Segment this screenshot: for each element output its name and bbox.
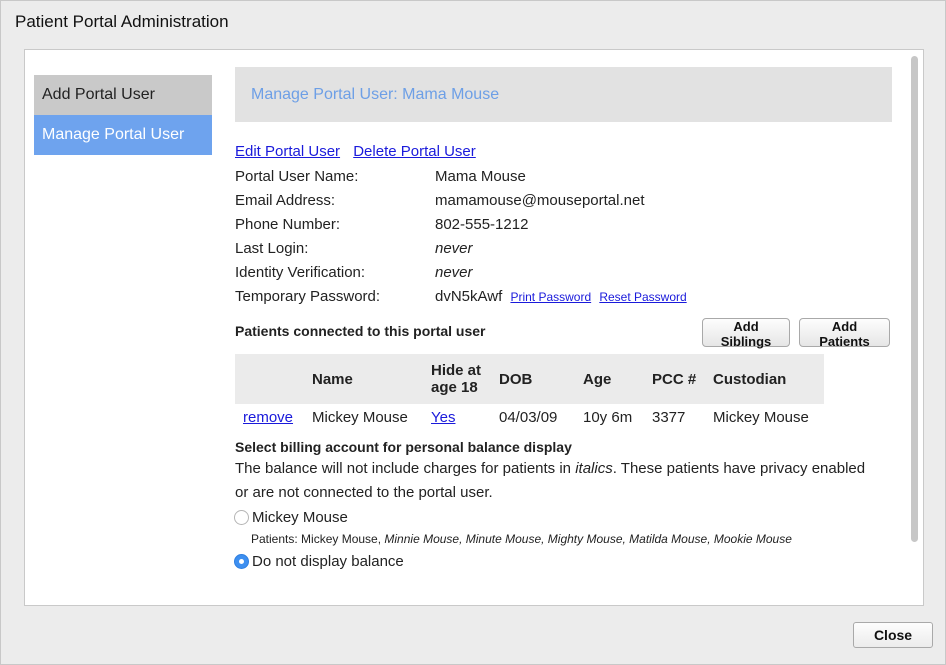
email-value: mamamouse@mouseportal.net [435, 192, 645, 209]
patients-title: Patients connected to this portal user [235, 323, 486, 339]
info-row-identity: Identity Verification: never [235, 261, 895, 285]
col-hide-line1: Hide at [431, 362, 482, 379]
temp-password-label: Temporary Password: [235, 288, 381, 305]
col-hide-line2: age 18 [431, 379, 478, 396]
billing-description: The balance will not include charges for… [235, 457, 875, 505]
vertical-scrollbar[interactable] [911, 56, 918, 542]
reset-password-link[interactable]: Reset Password [599, 290, 686, 304]
col-name: Name [308, 354, 427, 404]
info-row-name: Portal User Name: Mama Mouse [235, 165, 895, 189]
col-pcc: PCC # [648, 354, 709, 404]
col-hide-at-18: Hide at age 18 [427, 354, 495, 404]
col-age: Age [579, 354, 648, 404]
delete-portal-user-link[interactable]: Delete Portal User [353, 143, 476, 160]
user-actions: Edit Portal User Delete Portal User [235, 143, 895, 165]
info-row-last-login: Last Login: never [235, 237, 895, 261]
patient-portal-dialog: Patient Portal Administration Add Portal… [0, 0, 946, 665]
billing-desc-italic: italics [575, 460, 613, 477]
patient-custodian: Mickey Mouse [713, 409, 809, 426]
content-panel: Add Portal User Manage Portal User Manag… [24, 49, 924, 606]
remove-patient-link[interactable]: remove [243, 409, 293, 426]
sidebar-item-manage-portal-user[interactable]: Manage Portal User [34, 115, 212, 155]
sidebar: Add Portal User Manage Portal User [34, 75, 212, 155]
dialog-title: Patient Portal Administration [15, 12, 229, 31]
billing-title: Select billing account for personal bala… [235, 439, 572, 455]
patients-table: Name Hide at age 18 DOB Age PCC # Custod… [235, 354, 824, 431]
print-password-link[interactable]: Print Password [510, 290, 591, 304]
panel-header: Manage Portal User: Mama Mouse [235, 67, 892, 122]
close-button[interactable]: Close [853, 622, 933, 648]
radio-mickey-mouse[interactable] [234, 509, 249, 525]
last-login-value: never [435, 240, 473, 257]
temp-password-group: dvN5kAwf Print Password Reset Password [435, 285, 687, 309]
billing-desc-before: The balance will not include charges for… [235, 460, 576, 477]
identity-value: never [435, 264, 473, 281]
info-row-temp-password: Temporary Password: dvN5kAwf Print Passw… [235, 285, 895, 309]
edit-portal-user-link[interactable]: Edit Portal User [235, 143, 340, 160]
billing-option-no-balance[interactable]: Do not display balance [234, 549, 895, 573]
last-login-label: Last Login: [235, 240, 309, 257]
patient-name: Mickey Mouse [312, 409, 408, 426]
name-label: Portal User Name: [235, 168, 359, 185]
billing-option-mickey[interactable]: Mickey Mouse [234, 505, 895, 529]
table-row: remove Mickey Mouse Yes 04/03/09 10y 6m … [235, 404, 824, 431]
col-dob: DOB [495, 354, 579, 404]
patients-note-prefix: Patients: Mickey Mouse, [251, 532, 385, 546]
phone-value: 802-555-1212 [435, 216, 529, 233]
add-siblings-button[interactable]: Add Siblings [702, 318, 790, 349]
patients-note-italic: Minnie Mouse, Minute Mouse, Mighty Mouse… [384, 532, 792, 546]
table-header-row: Name Hide at age 18 DOB Age PCC # Custod… [235, 354, 824, 404]
col-action [235, 354, 308, 404]
main-panel: Manage Portal User: Mama Mouse Edit Port… [234, 67, 895, 573]
phone-label: Phone Number: [235, 216, 341, 233]
email-label: Email Address: [235, 192, 336, 209]
col-custodian: Custodian [709, 354, 824, 404]
sidebar-item-add-portal-user[interactable]: Add Portal User [34, 75, 212, 115]
info-row-email: Email Address: mamamouse@mouseportal.net [235, 189, 895, 213]
billing-option1-patients: Patients: Mickey Mouse, Minnie Mouse, Mi… [251, 529, 895, 549]
info-row-phone: Phone Number: 802-555-1212 [235, 213, 895, 237]
radio-do-not-display[interactable] [234, 553, 249, 569]
patient-pcc: 3377 [652, 409, 686, 426]
name-value: Mama Mouse [435, 168, 526, 185]
patients-header: Patients connected to this portal user A… [235, 318, 895, 354]
patient-dob: 04/03/09 [499, 409, 558, 426]
billing-option1-label: Mickey Mouse [252, 508, 348, 526]
patient-age: 10y 6m [583, 409, 633, 426]
billing-section: Select billing account for personal bala… [234, 437, 895, 573]
identity-label: Identity Verification: [235, 264, 366, 281]
temp-password-value: dvN5kAwf [435, 288, 503, 305]
billing-option2-label: Do not display balance [252, 552, 404, 570]
add-patients-button[interactable]: Add Patients [799, 318, 890, 349]
hide-at-18-link[interactable]: Yes [431, 409, 455, 426]
